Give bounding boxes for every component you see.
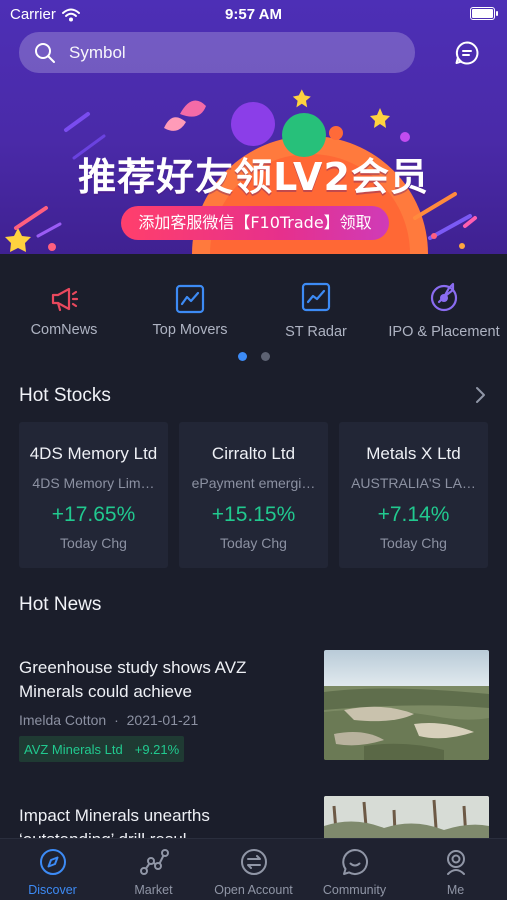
exchange-icon (240, 849, 267, 875)
chat-bubble-icon (341, 849, 368, 875)
news-thumbnail (324, 796, 489, 838)
stock-card[interactable]: Cirralto Ltd ePayment emergi… +15.15% To… (179, 422, 328, 568)
tab-community[interactable]: Community (304, 847, 405, 897)
quick-item-comnews[interactable]: ComNews (24, 282, 104, 338)
stock-description: AUSTRALIA'S LA… (351, 475, 476, 491)
search-input[interactable] (69, 42, 369, 63)
page-dot[interactable] (260, 352, 270, 361)
quick-item-ipo-placement[interactable]: IPO & Placement (384, 280, 504, 340)
tab-label: Community (322, 883, 387, 897)
page-dot-active[interactable] (237, 352, 247, 361)
quick-item-top-movers[interactable]: Top Movers (140, 282, 240, 338)
tab-bar: Discover Market Open Account Community M… (0, 838, 507, 900)
stock-description: 4DS Memory Lim… (32, 475, 155, 491)
tab-open-account[interactable]: Open Account (203, 847, 304, 897)
stock-change: +15.15% (211, 503, 296, 526)
hot-stocks-title: Hot Stocks (19, 385, 111, 406)
stock-name: 4DS Memory Ltd (29, 444, 158, 463)
market-chart-icon (139, 849, 169, 875)
news-date: 2021-01-21 (126, 712, 199, 728)
message-icon (455, 41, 479, 65)
status-time: 9:57 AM (225, 6, 282, 23)
news-headline: Impact Minerals unearths ‘outstanding’ d… (19, 806, 210, 838)
stock-description: ePayment emergi… (191, 475, 316, 491)
banner-title: 推荐好友领LV2会员 (78, 155, 429, 199)
tab-market[interactable]: Market (103, 847, 204, 897)
tab-discover[interactable]: Discover (2, 847, 103, 897)
quick-item-label: Top Movers (152, 322, 228, 338)
compass-icon (39, 849, 66, 875)
news-thumbnail (324, 650, 489, 760)
news-author: Imelda Cotton (19, 712, 107, 728)
chevron-right-icon[interactable] (470, 384, 490, 406)
header-banner: Carrier 9:57 AM 推荐好友领LV2会员 添加客服微信【F10Tra… (0, 0, 507, 254)
tag-stock-name: AVZ Minerals Ltd (24, 741, 123, 757)
page-indicator (0, 352, 507, 361)
stock-card[interactable]: Metals X Ltd AUSTRALIA'S LA… +7.14% Toda… (339, 422, 488, 568)
tab-me[interactable]: Me (405, 847, 506, 897)
tag-stock-change: +9.21% (134, 741, 180, 757)
hot-stocks-list: 4DS Memory Ltd 4DS Memory Lim… +17.65% T… (19, 422, 489, 568)
quick-item-label: ComNews (30, 322, 98, 338)
search-bar[interactable] (19, 32, 415, 73)
tab-label: Market (134, 883, 173, 897)
line-chart-icon (175, 284, 205, 314)
search-icon (35, 42, 55, 63)
quick-menu: ComNews Top Movers ST Radar IPO & Placem… (0, 254, 507, 374)
tab-label: Open Account (214, 883, 293, 897)
news-headline: Greenhouse study shows AVZ Minerals coul… (19, 658, 247, 701)
user-icon (446, 850, 465, 875)
tab-label: Me (446, 883, 465, 897)
news-stock-tag[interactable]: AVZ Minerals Ltd +9.21% (19, 736, 185, 762)
news-item[interactable]: Impact Minerals unearths ‘outstanding’ d… (0, 790, 507, 838)
radar-chart-icon (301, 282, 331, 312)
stock-name: Metals X Ltd (366, 444, 461, 463)
news-meta: Imelda Cotton · 2021-01-21 (19, 712, 199, 728)
stock-card[interactable]: 4DS Memory Ltd 4DS Memory Lim… +17.65% T… (19, 422, 168, 568)
status-bar: Carrier 9:57 AM (0, 0, 507, 28)
stock-change-label: Today Chg (60, 535, 127, 551)
message-button[interactable] (450, 36, 484, 70)
quick-item-st-radar[interactable]: ST Radar (276, 280, 356, 340)
stock-change: +7.14% (377, 503, 450, 526)
battery-icon (470, 7, 498, 20)
quick-item-label: ST Radar (285, 324, 347, 340)
quick-item-label: IPO & Placement (388, 324, 500, 340)
stock-change-label: Today Chg (380, 535, 447, 551)
rocket-icon (430, 282, 458, 312)
banner-subtitle[interactable]: 添加客服微信【F10Trade】领取 (121, 206, 389, 240)
stock-change: +17.65% (51, 503, 136, 526)
stock-change-label: Today Chg (220, 535, 287, 551)
stock-name: Cirralto Ltd (211, 444, 296, 463)
news-item[interactable]: Greenhouse study shows AVZ Minerals coul… (0, 640, 507, 770)
megaphone-icon (51, 287, 79, 312)
tab-label: Discover (28, 883, 77, 897)
hot-news-title: Hot News (19, 594, 102, 615)
